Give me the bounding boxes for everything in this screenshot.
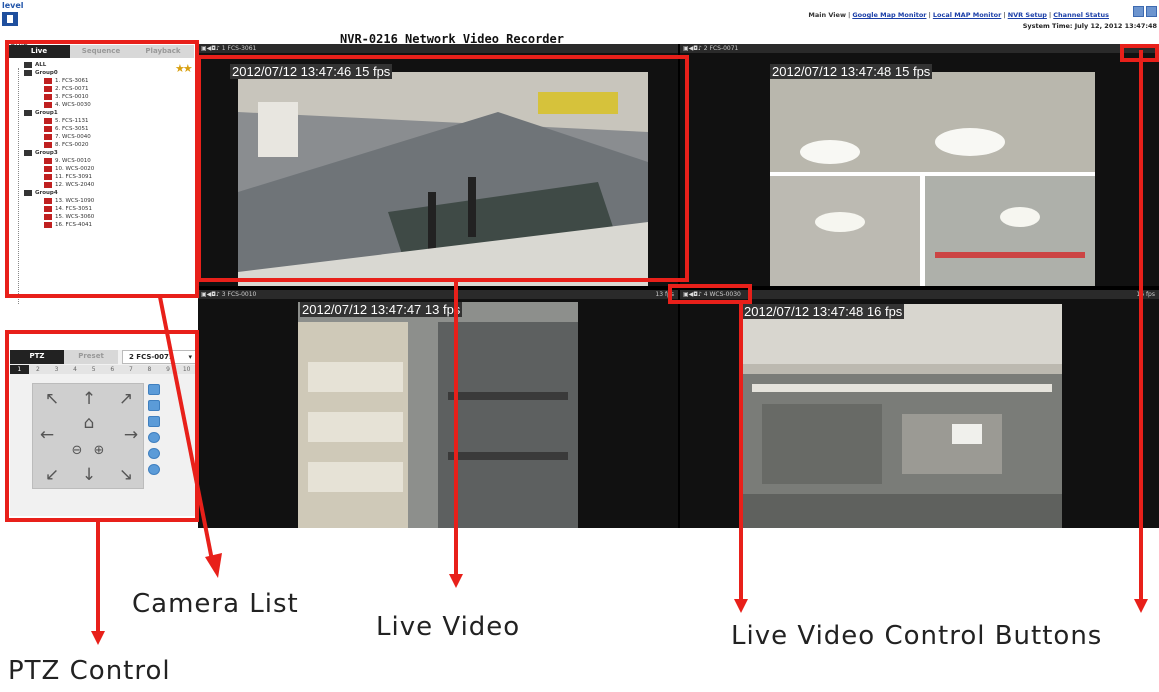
nav-main-view[interactable]: Main View [808, 11, 846, 19]
camera-list-highlight [5, 40, 199, 298]
video-timestamp: 2012/07/12 13:47:48 16 fps [742, 304, 905, 319]
tile-title-bar: ▣◀◘♪ 1 FCS-3061 [198, 44, 678, 53]
video-tile-3[interactable]: ▣◀◘♪ 3 FCS-0010 13 fps 2012/07/12 13:47:4… [198, 290, 678, 528]
logo-text: level [2, 1, 24, 10]
tile-title-bar: ▣◀◘♪ 2 FCS-0071 [680, 44, 1159, 53]
camera-list-pointer-line [158, 296, 222, 578]
video-tile-2[interactable]: ▣◀◘♪ 2 FCS-0071 2012/07/12 13:47:48 15 f… [680, 44, 1159, 286]
controls-pointer-arrow-2-icon [1134, 599, 1148, 613]
tile-camera-name: 2 FCS-0071 [703, 45, 739, 52]
camera-feed-image [770, 72, 1095, 286]
live-video-label: Live Video [376, 612, 521, 642]
brand-logo: level [2, 2, 36, 30]
video-timestamp: 2012/07/12 13:47:48 15 fps [770, 64, 933, 79]
nav-google-map-monitor[interactable]: Google Map Monitor [852, 11, 926, 19]
live-video-pointer-line [454, 280, 458, 575]
ptz-pointer-line [96, 522, 100, 632]
camera-list-label: Camera List [132, 589, 299, 619]
nav-channel-status[interactable]: Channel Status [1053, 11, 1109, 19]
video-timestamp: 2012/07/12 13:47:47 13 fps [300, 302, 463, 317]
system-time: System Time: July 12, 2012 13:47:48 [1022, 22, 1157, 30]
video-tile-4[interactable]: ▣◀◘♪ 4 WCS-0030 16 fps 2012/07/12 13:47:4… [680, 290, 1159, 528]
window-controls [1133, 6, 1157, 17]
controls-pointer-line-2 [1139, 50, 1143, 600]
ptz-pointer-arrow-icon [91, 631, 105, 645]
camera-feed-image [298, 302, 578, 528]
nav-local-map-monitor[interactable]: Local MAP Monitor [933, 11, 1001, 19]
tile-camera-name: 1 FCS-3061 [221, 45, 257, 52]
controls-pointer-line [739, 303, 743, 600]
top-navigation: Main View | Google Map Monitor | Local MAP M… [808, 11, 1109, 19]
live-video-highlight [197, 55, 689, 282]
video-controls-highlight [668, 284, 752, 304]
video-control-icons[interactable]: ▣◀◘♪ [683, 45, 704, 52]
fullscreen-icon[interactable] [1133, 6, 1144, 17]
video-control-icons[interactable]: ▣◀◘♪ [201, 45, 222, 52]
live-video-controls-label: Live Video Control Buttons [731, 621, 1103, 651]
tile-title-bar: ▣◀◘♪ 3 FCS-0010 13 fps [198, 290, 678, 299]
logo-mark-icon [2, 12, 18, 26]
ptz-control-label: PTZ Control [8, 656, 171, 686]
nvr-screen: level O.T.B NVR-0216 Network Video Recor… [0, 0, 1159, 692]
nav-nvr-setup[interactable]: NVR Setup [1008, 11, 1047, 19]
camera-feed-image [742, 304, 1062, 528]
live-video-pointer-arrow-icon [449, 574, 463, 588]
controls-pointer-arrow-icon [734, 599, 748, 613]
restore-icon[interactable] [1146, 6, 1157, 17]
